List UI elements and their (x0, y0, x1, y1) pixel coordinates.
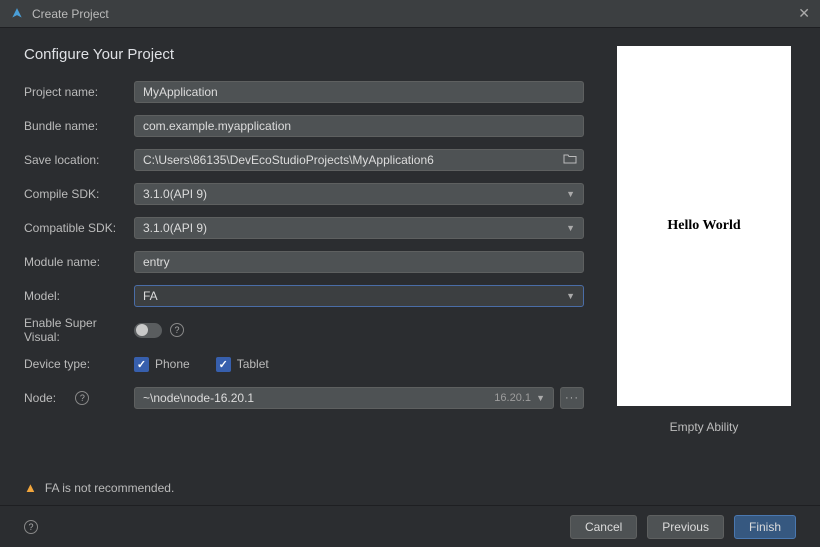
bundle-name-label: Bundle name: (24, 119, 134, 133)
titlebar: Create Project ✕ (0, 0, 820, 28)
tablet-checkbox[interactable]: ✓ (216, 357, 231, 372)
device-type-label: Device type: (24, 357, 134, 371)
template-name: Empty Ability (670, 420, 739, 434)
template-preview: Hello World (617, 46, 791, 406)
node-select[interactable]: ~\node\node-16.20.1 16.20.1 ▼ (134, 387, 554, 409)
help-icon[interactable]: ? (24, 520, 38, 534)
help-icon[interactable]: ? (170, 323, 184, 337)
model-select[interactable]: FA ▼ (134, 285, 584, 307)
preview-text: Hello World (667, 218, 740, 234)
app-logo-icon (10, 7, 24, 21)
model-label: Model: (24, 289, 134, 303)
enable-super-visual-label: Enable Super Visual: (24, 316, 134, 344)
browse-folder-icon[interactable] (563, 153, 577, 167)
phone-checkbox[interactable]: ✓ (134, 357, 149, 372)
compile-sdk-select[interactable]: 3.1.0(API 9) ▼ (134, 183, 584, 205)
compatible-sdk-select[interactable]: 3.1.0(API 9) ▼ (134, 217, 584, 239)
help-icon[interactable]: ? (75, 391, 89, 405)
warning-icon: ▲ (24, 480, 37, 495)
close-icon[interactable]: ✕ (798, 5, 810, 22)
project-name-input[interactable]: MyApplication (134, 81, 584, 103)
previous-button[interactable]: Previous (647, 515, 724, 539)
compile-sdk-label: Compile SDK: (24, 187, 134, 201)
tablet-checkbox-label: Tablet (237, 357, 269, 371)
finish-button[interactable]: Finish (734, 515, 796, 539)
cancel-button[interactable]: Cancel (570, 515, 637, 539)
node-version-text: 16.20.1 (494, 392, 531, 404)
compatible-sdk-label: Compatible SDK: (24, 221, 134, 235)
chevron-down-icon: ▼ (566, 223, 575, 233)
project-name-label: Project name: (24, 85, 134, 99)
warning-banner: ▲ FA is not recommended. (24, 480, 174, 495)
save-location-label: Save location: (24, 153, 134, 167)
window-title: Create Project (32, 7, 109, 21)
chevron-down-icon: ▼ (536, 393, 545, 403)
node-label: Node: ? (24, 391, 134, 405)
module-name-input[interactable]: entry (134, 251, 584, 273)
phone-checkbox-label: Phone (155, 357, 190, 371)
chevron-down-icon: ▼ (566, 291, 575, 301)
save-location-input[interactable]: C:\Users\86135\DevEcoStudioProjects\MyAp… (134, 149, 584, 171)
module-name-label: Module name: (24, 255, 134, 269)
warning-text: FA is not recommended. (45, 481, 174, 495)
footer: ? Cancel Previous Finish (0, 505, 820, 547)
enable-super-visual-toggle[interactable] (134, 323, 162, 338)
chevron-down-icon: ▼ (566, 189, 575, 199)
node-browse-button[interactable]: ··· (560, 387, 584, 409)
bundle-name-input[interactable]: com.example.myapplication (134, 115, 584, 137)
page-title: Configure Your Project (24, 46, 584, 63)
